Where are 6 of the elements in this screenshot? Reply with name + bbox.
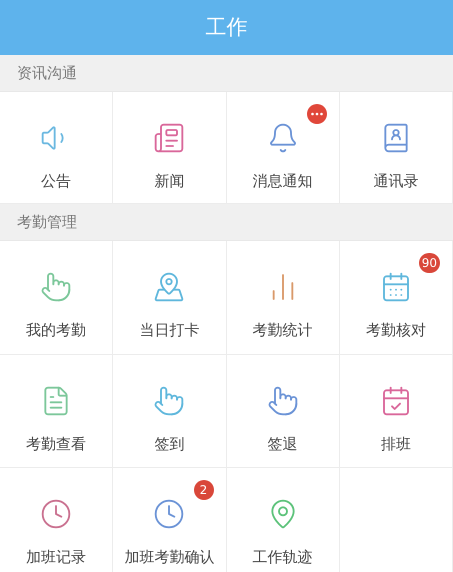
page-title: 工作 [206,14,248,41]
count-badge: 2 [194,480,214,500]
section-title: 资讯沟通 [17,62,77,84]
more-badge [306,104,327,124]
count-badge: 90 [418,253,440,273]
section-title: 考勤管理 [17,212,77,233]
